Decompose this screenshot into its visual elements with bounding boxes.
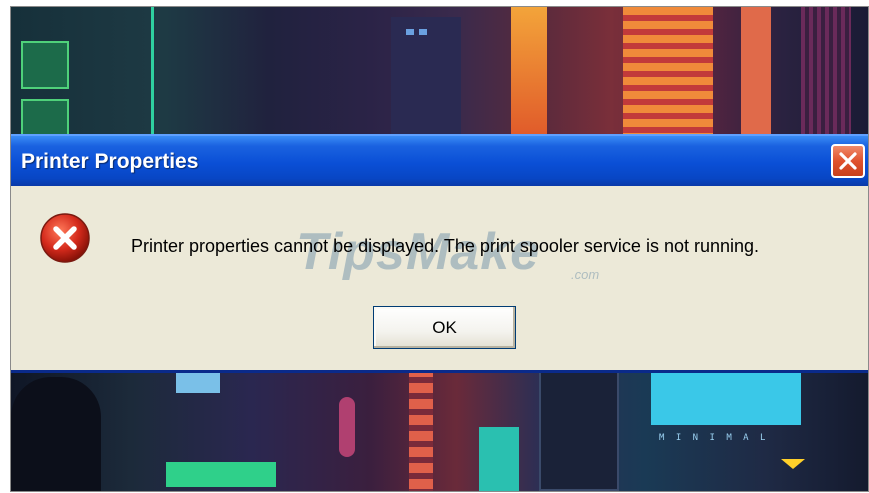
wallpaper-building <box>741 7 771 137</box>
wallpaper-green-square <box>21 41 69 89</box>
wallpaper-screen <box>651 367 801 425</box>
watermark-suffix: .com <box>571 267 600 282</box>
wallpaper-line <box>151 7 154 137</box>
wallpaper-green-block <box>166 462 276 487</box>
wallpaper-figure <box>339 397 355 457</box>
wallpaper-building <box>623 7 713 137</box>
wallpaper-tower <box>511 7 547 137</box>
wallpaper-bottom: M I N I M A L <box>11 367 868 491</box>
wallpaper-window <box>406 29 414 35</box>
dialog-title: Printer Properties <box>21 150 199 173</box>
wallpaper-sign <box>176 373 220 393</box>
close-icon <box>839 152 857 170</box>
wallpaper-silhouette <box>11 377 101 491</box>
wallpaper-text: M I N I M A L <box>659 433 769 443</box>
wallpaper-block <box>479 427 519 491</box>
wallpaper-building <box>801 7 851 137</box>
screenshot-frame: M I N I M A L Printer Properties TipsMak… <box>10 6 869 492</box>
ok-button[interactable]: OK <box>373 306 516 349</box>
wallpaper-lamp <box>781 459 805 469</box>
wallpaper-top <box>11 7 868 143</box>
wallpaper-panel <box>539 369 619 491</box>
wallpaper-building <box>391 17 461 137</box>
title-bar[interactable]: Printer Properties <box>11 134 868 186</box>
error-message: Printer properties cannot be displayed. … <box>131 236 760 256</box>
wallpaper-tower <box>409 367 433 491</box>
wallpaper-window <box>419 29 427 35</box>
close-button[interactable] <box>831 144 865 178</box>
error-icon <box>40 213 90 263</box>
printer-properties-dialog: Printer Properties TipsMake .com Printer… <box>11 134 868 373</box>
